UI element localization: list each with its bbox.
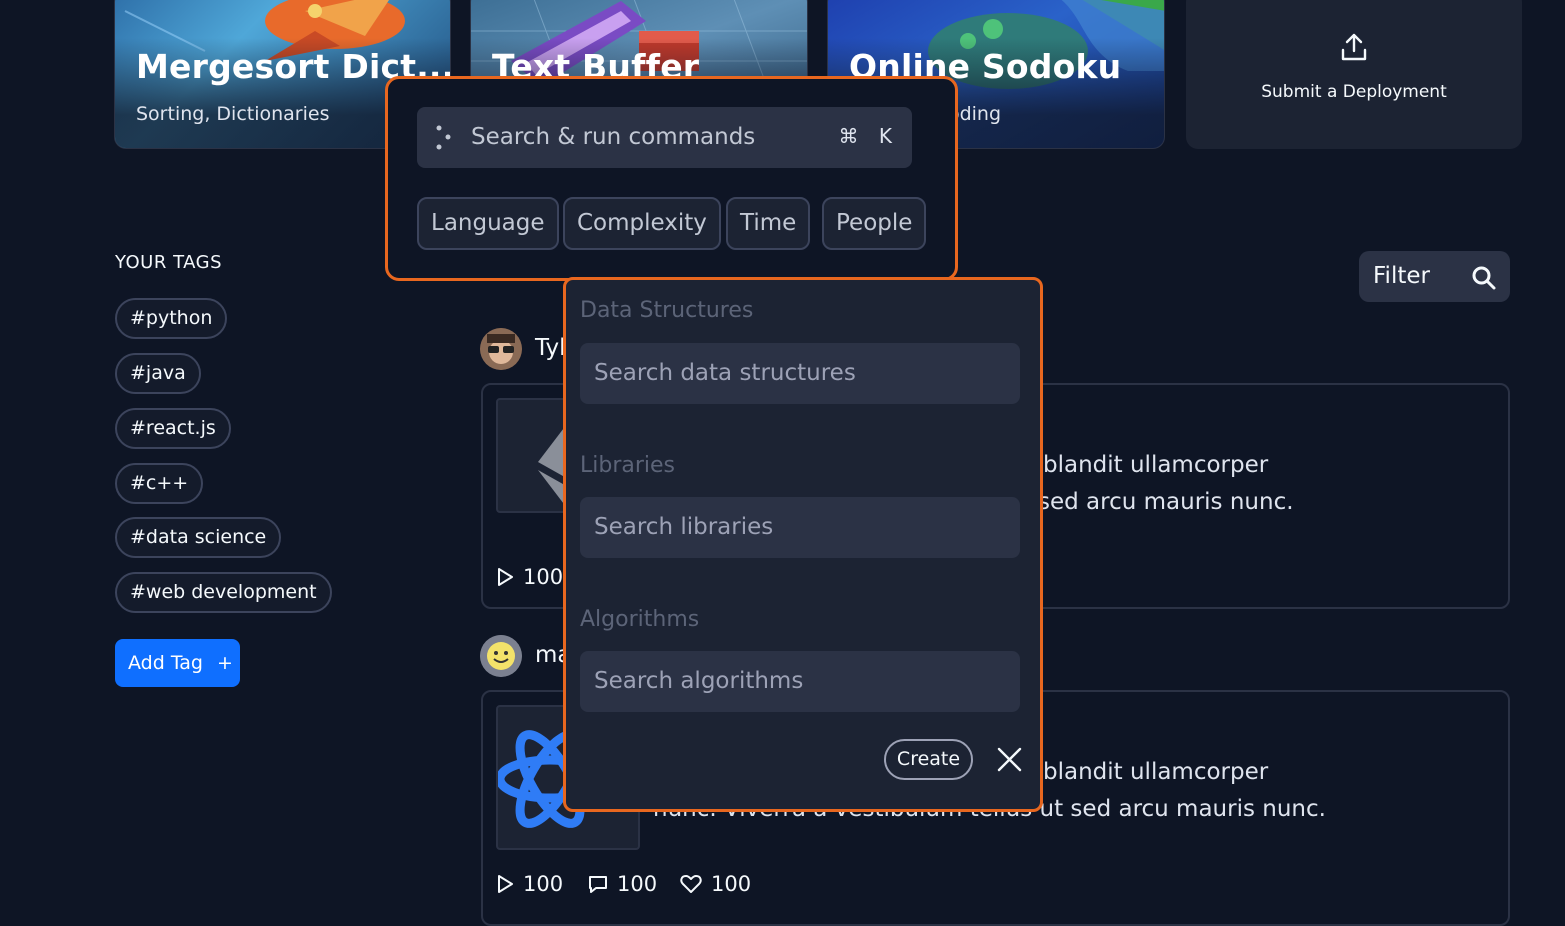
tags-heading: YOUR TAGS: [115, 252, 223, 273]
comments-count: 100: [617, 872, 658, 896]
avatar-image: [480, 328, 522, 370]
runs-count: 100: [523, 565, 564, 589]
upload-icon: [1341, 33, 1367, 61]
tag-java[interactable]: #java: [115, 353, 201, 394]
create-button[interactable]: Create: [884, 739, 973, 780]
filter-label: Filter: [1373, 263, 1430, 289]
post-text-line: blandit ullamcorper: [1043, 759, 1269, 785]
chip-language[interactable]: Language: [417, 197, 559, 250]
chip-people[interactable]: People: [822, 197, 927, 250]
likes-count: 100: [711, 872, 752, 896]
post-text-line: sed arcu mauris nunc.: [1038, 489, 1294, 515]
tag-python[interactable]: #python: [115, 298, 228, 339]
avatar-image: [480, 635, 522, 677]
search-icon: [1472, 266, 1496, 290]
section-title-algorithms: Algorithms: [580, 607, 700, 632]
submit-deployment-label: Submit a Deployment: [1261, 82, 1447, 102]
tag-web-development[interactable]: #web development: [115, 572, 332, 613]
algorithms-search-input[interactable]: Search algorithms: [580, 651, 1020, 712]
command-search-placeholder: Search & run commands: [471, 124, 756, 150]
runs-stat[interactable]: 100: [496, 872, 563, 896]
plus-icon: +: [217, 652, 233, 674]
add-tag-label: Add Tag: [128, 652, 203, 674]
play-icon: [498, 875, 513, 893]
chip-complexity[interactable]: Complexity: [563, 197, 721, 250]
comments-stat[interactable]: 100: [588, 872, 657, 896]
add-tag-button[interactable]: Add Tag +: [115, 639, 240, 687]
runs-stat[interactable]: 100: [496, 565, 563, 589]
chip-time[interactable]: Time: [726, 197, 811, 250]
heart-icon: [680, 875, 702, 893]
play-icon: [498, 568, 513, 586]
avatar[interactable]: [480, 328, 522, 370]
post-text-line: blandit ullamcorper: [1043, 452, 1269, 478]
runs-count: 100: [523, 872, 564, 896]
tag-cpp[interactable]: #c++: [115, 463, 204, 504]
search-panel: Data Structures Search data structures L…: [563, 277, 1043, 812]
post-author[interactable]: Tyl: [535, 335, 565, 361]
close-icon[interactable]: [997, 747, 1022, 772]
command-icon: [436, 125, 451, 150]
card-subtitle: Sorting, Dictionaries: [136, 103, 330, 125]
comment-icon: [589, 876, 607, 893]
libraries-search-input[interactable]: Search libraries: [580, 497, 1020, 558]
likes-stat[interactable]: 100: [680, 872, 751, 896]
section-title-libraries: Libraries: [580, 453, 676, 478]
tag-data-science[interactable]: #data science: [115, 517, 282, 558]
command-palette: Search & run commands ⌘ K Language Compl…: [385, 76, 958, 281]
command-search-input[interactable]: Search & run commands ⌘ K: [417, 107, 912, 168]
avatar[interactable]: [480, 635, 522, 677]
tag-react[interactable]: #react.js: [115, 408, 231, 449]
submit-deployment-card[interactable]: Submit a Deployment: [1186, 0, 1522, 149]
data-structures-search-input[interactable]: Search data structures: [580, 343, 1020, 404]
section-title-data-structures: Data Structures: [580, 298, 754, 323]
filter-button[interactable]: Filter: [1359, 251, 1510, 302]
keyboard-shortcut: ⌘ K: [838, 124, 892, 148]
